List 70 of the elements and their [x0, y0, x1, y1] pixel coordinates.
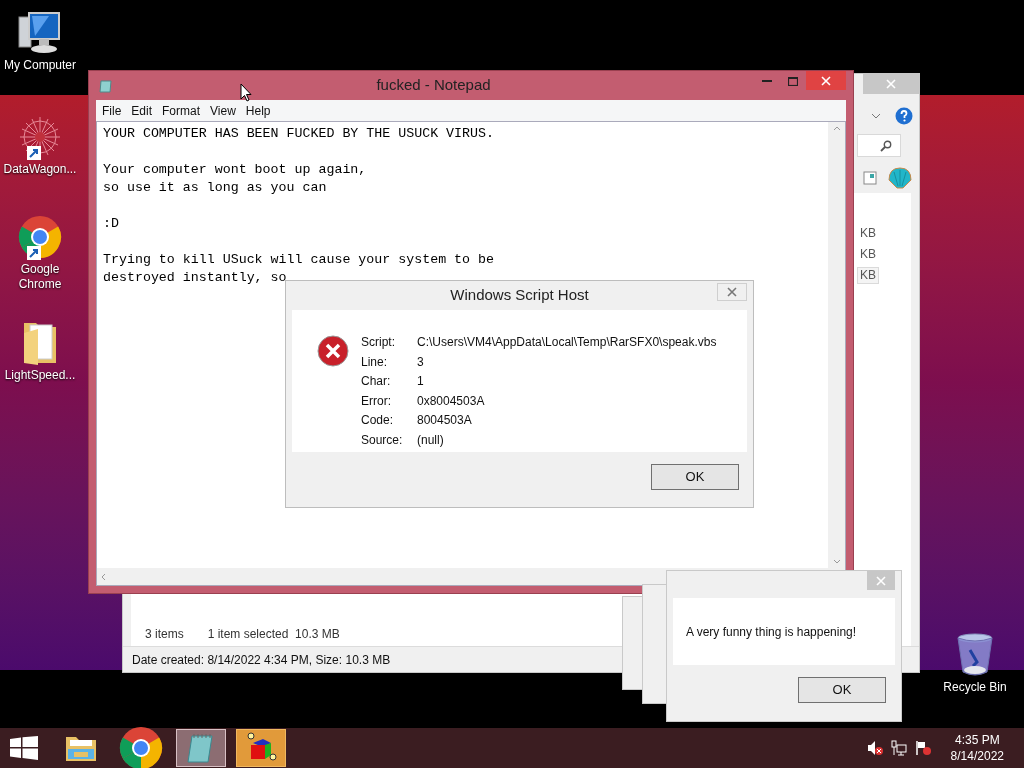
selection-info: 1 item selected 10.3 MB: [207, 626, 340, 643]
field-value: C:\Users\VM4\AppData\Local\Temp\RarSFX0\speak.vbs: [417, 335, 717, 351]
field-value: 8004503A: [417, 413, 473, 429]
muted-speaker-icon[interactable]: [866, 740, 883, 756]
desktop-icon-label[interactable]: My Computer: [1, 58, 79, 73]
chrome-icon: [18, 215, 62, 259]
text-line: :D: [103, 215, 120, 233]
vertical-scrollbar[interactable]: [828, 122, 845, 568]
notepad-icon: [186, 732, 216, 764]
field-value: 3: [417, 354, 425, 371]
search-icon: [880, 139, 892, 152]
item-count: 3 items: [145, 626, 184, 643]
search-field[interactable]: [857, 134, 901, 157]
close-icon: [727, 287, 737, 297]
close-icon: [821, 75, 831, 86]
help-icon[interactable]: [895, 107, 913, 125]
menu-item[interactable]: Edit: [127, 101, 157, 120]
desktop-icon-label[interactable]: DataWagon...: [1, 162, 79, 177]
details-text: Date created: 8/14/2022 4:34 PM, Size: 10.3 MB: [132, 651, 391, 669]
desktop-icon-label[interactable]: Google Chrome: [1, 262, 79, 292]
file-size-cell[interactable]: KB: [857, 225, 879, 242]
minimize-icon: [762, 80, 772, 82]
field-label: Code:: [361, 413, 395, 429]
close-button[interactable]: [806, 71, 846, 90]
ok-button[interactable]: OK: [798, 677, 886, 703]
close-icon: [876, 575, 886, 586]
preview-pane-icon[interactable]: [863, 171, 877, 185]
flag-icon[interactable]: [914, 740, 931, 756]
file-size-cell[interactable]: KB: [857, 267, 879, 284]
clock-date[interactable]: 8/14/2022: [950, 748, 1004, 764]
field-label: Script:: [361, 335, 396, 351]
scroll-up-icon[interactable]: [832, 126, 841, 131]
windows-logo-icon[interactable]: [10, 736, 38, 760]
network-icon[interactable]: [890, 740, 907, 756]
window-title: fucked - Notepad: [376, 75, 491, 96]
file-size-cell[interactable]: KB: [857, 246, 879, 263]
text-line: so use it as long as you can: [103, 179, 328, 197]
field-label: Char:: [361, 374, 392, 390]
desktop-icon-label[interactable]: LightSpeed...: [1, 368, 79, 383]
field-label: Error:: [361, 393, 392, 410]
field-label: Source:: [361, 432, 404, 449]
text-line: Trying to kill USuck will cause your system to be: [103, 251, 495, 269]
text-line: YOUR COMPUTER HAS BEEN FUCKED BY THE USUCK VIRUS.: [103, 125, 495, 143]
close-button[interactable]: [717, 283, 747, 301]
desktop-icon-label[interactable]: Recycle Bin: [936, 680, 1014, 695]
dialog-title: Windows Script Host: [450, 285, 589, 306]
menu-item[interactable]: Help: [241, 101, 275, 120]
maximize-icon: [788, 76, 798, 86]
field-value: (null): [417, 432, 445, 449]
field-value: 1: [417, 374, 425, 390]
chevron-down-icon[interactable]: [871, 113, 881, 119]
text-line: destroyed instantly, so: [103, 269, 288, 287]
dialog-message: A very funny thing is happening!: [686, 623, 857, 641]
menu-item[interactable]: File: [98, 101, 126, 120]
text-line: Your computer wont boot up again,: [103, 161, 368, 179]
chrome-icon: [119, 726, 163, 768]
menu-item[interactable]: Format: [158, 101, 205, 120]
clock-time[interactable]: 4:35 PM: [954, 732, 1000, 748]
shell-icon[interactable]: [887, 166, 913, 190]
scroll-down-icon[interactable]: [832, 559, 841, 564]
notepad-icon: [99, 78, 113, 93]
menu-item[interactable]: View: [206, 101, 240, 120]
field-value: 0x8004503A: [417, 393, 486, 410]
computer-icon: [17, 11, 63, 55]
scroll-left-icon[interactable]: [101, 572, 106, 581]
error-icon: [317, 335, 349, 367]
recycle-bin-icon: [955, 632, 995, 678]
ok-button[interactable]: OK: [651, 464, 739, 490]
field-label: Line:: [361, 354, 389, 371]
close-icon: [886, 79, 896, 89]
